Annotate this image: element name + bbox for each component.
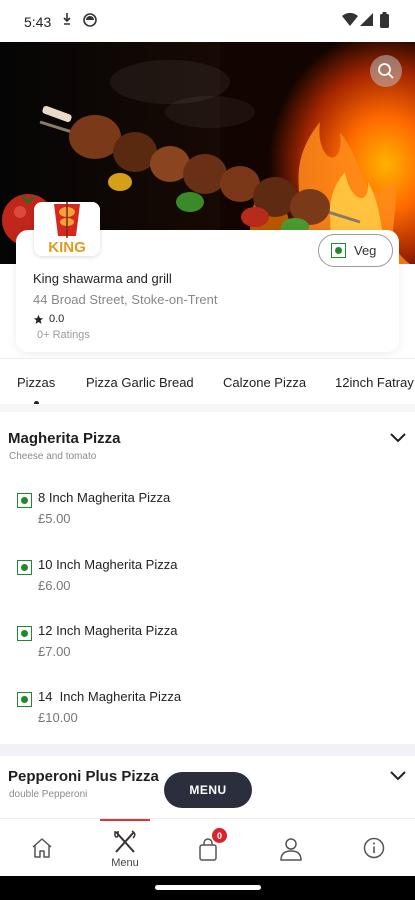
info-icon <box>363 837 385 859</box>
status-bar: 5:43 <box>0 0 415 42</box>
rating-row: 0.0 <box>33 313 64 325</box>
item-price: £7.00 <box>38 644 71 659</box>
section-separator <box>0 404 415 412</box>
category-tab-pizzas[interactable]: Pizzas <box>17 375 55 390</box>
veg-filter-toggle[interactable]: Veg <box>318 234 393 267</box>
item-name: 12 Inch Magherita Pizza <box>38 623 178 638</box>
cart-count-badge: 0 <box>212 828 227 843</box>
star-icon <box>33 314 44 324</box>
item-name: 8 Inch Magherita Pizza <box>38 490 171 505</box>
chevron-down-icon <box>390 771 406 781</box>
store-name: King shawarma and grill <box>33 271 172 286</box>
category-tab-pizza-garlic-bread[interactable]: Pizza Garlic Bread <box>86 375 194 390</box>
veg-indicator-icon <box>331 243 346 258</box>
battery-icon <box>380 12 389 28</box>
store-logo: KING <box>34 202 100 256</box>
svg-text:KING: KING <box>48 239 86 256</box>
menu-item[interactable]: 10 Inch Magherita Pizza £6.00 <box>0 557 415 605</box>
search-button[interactable] <box>370 55 402 87</box>
nav-home[interactable] <box>12 819 72 877</box>
category-tab-calzone-pizza[interactable]: Calzone Pizza <box>223 375 306 390</box>
home-gesture-pill[interactable] <box>155 885 261 890</box>
notification-icon <box>63 13 71 25</box>
section-subtitle: double Pepperoni <box>9 789 88 800</box>
home-icon <box>32 838 52 858</box>
store-address: 44 Broad Street, Stoke-on-Trent <box>33 292 218 307</box>
shawarma-logo-icon: KING <box>34 202 100 256</box>
status-time: 5:43 <box>24 14 52 30</box>
section-separator <box>0 744 415 756</box>
signal-icon <box>360 13 373 26</box>
data-saver-icon <box>83 13 97 27</box>
menu-item[interactable]: 8 Inch Magherita Pizza £5.00 <box>0 490 415 538</box>
nav-account[interactable] <box>261 819 321 877</box>
rating-value: 0.0 <box>49 313 65 325</box>
user-icon <box>280 838 302 861</box>
veg-indicator-icon <box>17 626 32 641</box>
nav-menu-label: Menu <box>111 857 139 869</box>
store-info-card: KING Veg King shawarma and grill 44 Broa… <box>16 202 399 352</box>
item-name: 10 Inch Magherita Pizza <box>38 557 178 572</box>
section-title: Magherita Pizza <box>8 430 121 447</box>
item-price: £10.00 <box>38 710 78 725</box>
ratings-count: 0+ Ratings <box>37 329 90 341</box>
menu-fab-button[interactable]: MENU <box>164 772 252 808</box>
veg-filter-label: Veg <box>354 243 377 258</box>
menu-item[interactable]: 12 Inch Magherita Pizza £7.00 <box>0 623 415 671</box>
nav-info[interactable] <box>344 819 404 877</box>
nav-cart[interactable]: 0 <box>178 819 238 877</box>
wifi-icon <box>342 13 358 26</box>
veg-indicator-icon <box>17 692 32 707</box>
section-header-magherita[interactable]: Magherita Pizza Cheese and tomato <box>0 430 415 472</box>
section-title: Pepperoni Plus Pizza <box>8 768 159 785</box>
chevron-down-icon <box>390 433 406 443</box>
app-screen: 5:43 KING Veg King shawarma and grill 44… <box>0 0 415 900</box>
menu-item[interactable]: 14 Inch Magherita Pizza £10.00 <box>0 689 415 737</box>
category-tabs: Pizzas Pizza Garlic Bread Calzone Pizza … <box>0 358 415 408</box>
nav-menu[interactable]: Menu <box>95 819 155 877</box>
category-tab-12inch-fatray[interactable]: 12inch Fatray <box>335 375 414 390</box>
bottom-navigation: Menu 0 <box>0 818 415 876</box>
item-price: £5.00 <box>38 511 71 526</box>
item-price: £6.00 <box>38 578 71 593</box>
search-icon <box>378 63 394 79</box>
system-navigation-bar <box>0 876 415 900</box>
section-subtitle: Cheese and tomato <box>9 451 97 462</box>
veg-indicator-icon <box>17 560 32 575</box>
fork-knife-icon <box>114 830 136 853</box>
item-name: 14 Inch Magherita Pizza <box>38 689 182 704</box>
veg-indicator-icon <box>17 493 32 508</box>
